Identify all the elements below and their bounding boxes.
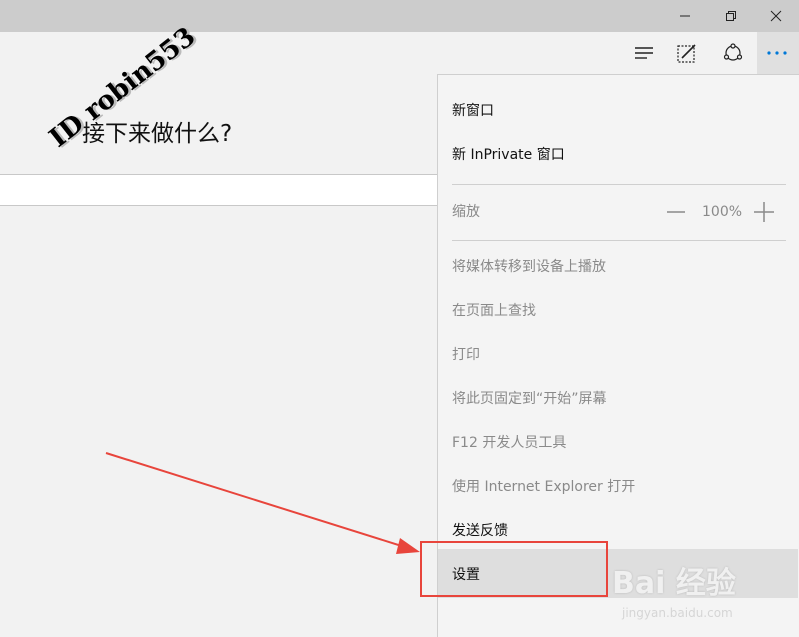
annotation-arrow	[105, 452, 420, 554]
site-watermark-brand: Bai 经验	[612, 566, 736, 601]
site-watermark-url: jingyan.baidu.com	[622, 606, 733, 620]
site-watermark: Bai 经验 jingyan.baidu.com	[612, 558, 736, 620]
arrow-head-icon	[396, 538, 420, 554]
